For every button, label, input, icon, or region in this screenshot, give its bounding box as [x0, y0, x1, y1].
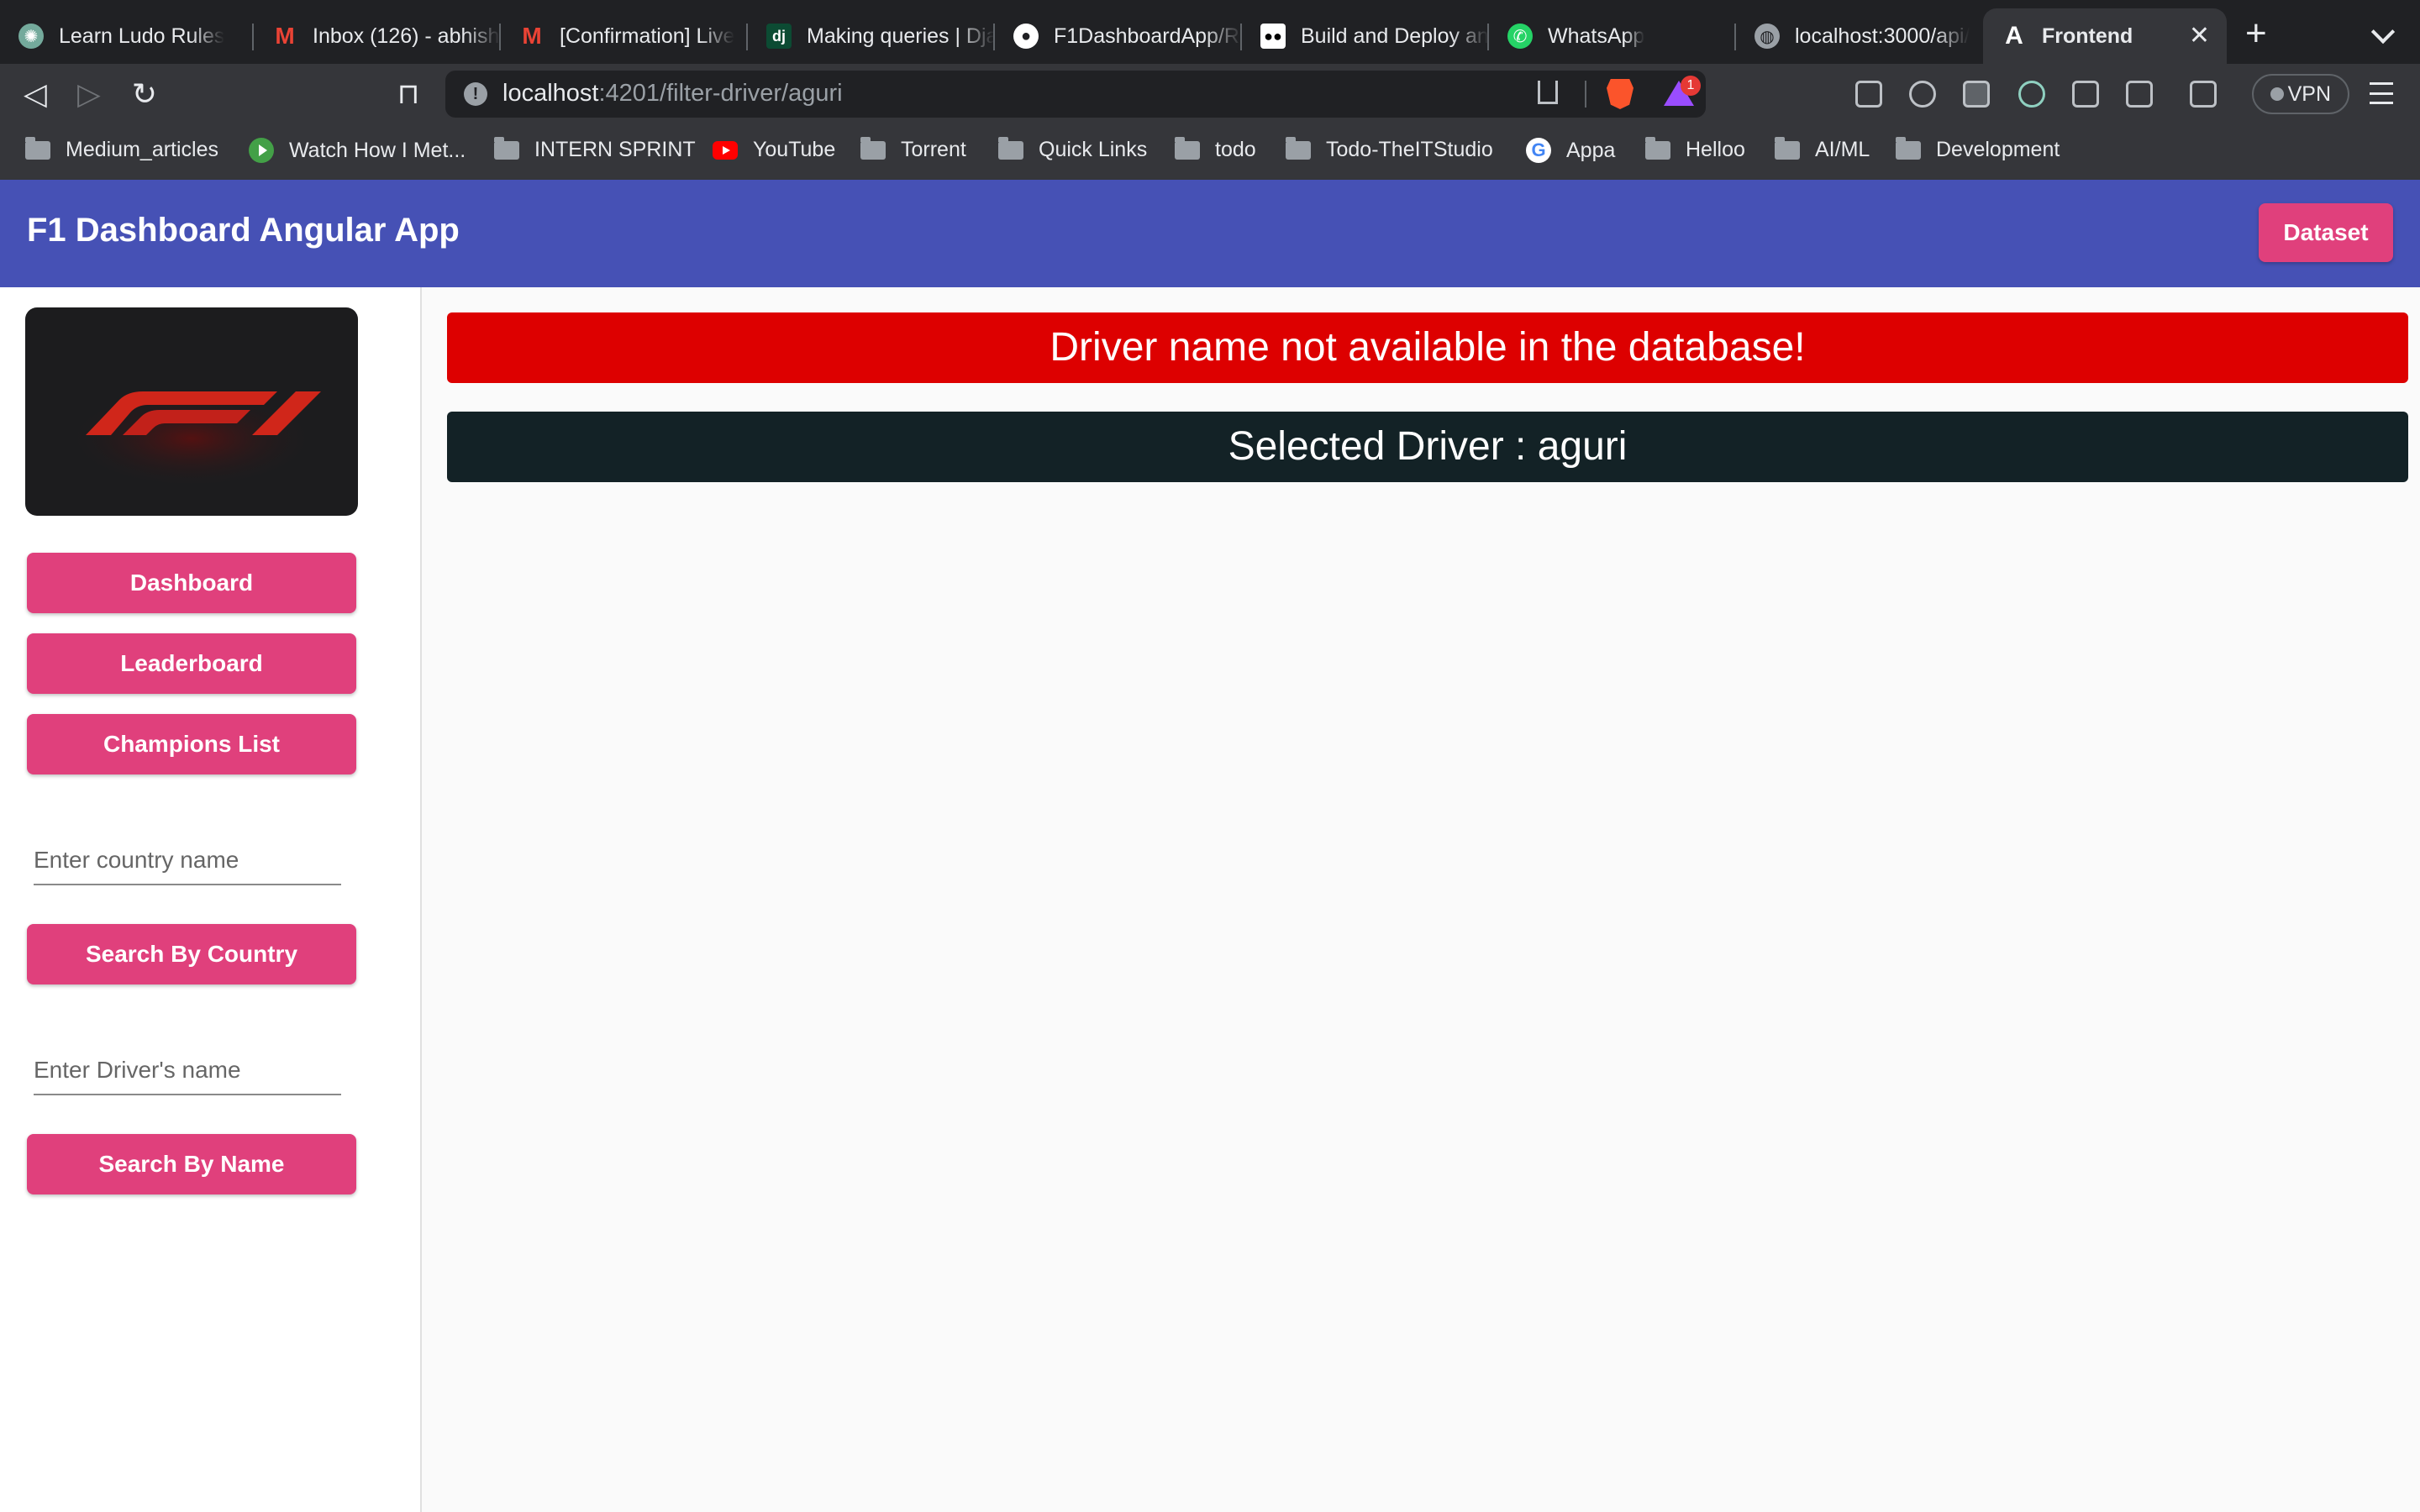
bookmark-medium-articles[interactable]: Medium_articles — [25, 136, 218, 162]
vpn-button[interactable]: VPN — [2252, 74, 2349, 114]
bookmark-todo[interactable]: todo — [1175, 136, 1256, 162]
play-icon — [249, 138, 274, 163]
tab-github[interactable]: ● F1DashboardApp/README — [995, 8, 1242, 64]
f1-logo-icon — [66, 383, 321, 484]
bookmark-quick-links[interactable]: Quick Links — [998, 136, 1147, 162]
site-info-icon[interactable]: ! — [464, 82, 487, 106]
search-extension-icon[interactable] — [2018, 81, 2045, 108]
folder-icon — [860, 136, 886, 160]
folder-icon — [1645, 136, 1670, 160]
bookmark-icon[interactable]: ⊓ — [392, 77, 425, 111]
folder-icon — [998, 136, 1023, 160]
bookmark-appa[interactable]: G Appa — [1526, 138, 1615, 163]
rewards-badge: 1 — [1681, 76, 1701, 96]
menu-icon[interactable] — [2370, 82, 2393, 104]
app-toolbar: F1 Dashboard Angular App Dataset — [0, 180, 2420, 287]
leaderboard-button[interactable]: Leaderboard — [27, 633, 356, 694]
django-icon: dj — [766, 24, 792, 49]
share-icon[interactable] — [1538, 81, 1558, 104]
tab-django[interactable]: dj Making queries | Django — [748, 8, 995, 64]
close-tab-icon[interactable]: ✕ — [2189, 24, 2210, 49]
tab-learn-ludo[interactable]: ✺ Learn Ludo Rules — [0, 8, 254, 64]
dashboard-button[interactable]: Dashboard — [27, 553, 356, 613]
bookmark-helloo[interactable]: Helloo — [1645, 136, 1745, 162]
angular-icon: A — [2005, 22, 2023, 50]
bookmark-intern-sprint[interactable]: INTERN SPRINT — [494, 136, 696, 162]
youtube-icon — [713, 140, 738, 160]
folder-icon — [1896, 136, 1921, 160]
folder-icon — [494, 136, 519, 160]
tab-strip: ✺ Learn Ludo Rules M Inbox (126) - abhis… — [0, 0, 2420, 64]
puzzle-extensions-icon[interactable] — [2072, 81, 2099, 108]
search-by-country-button[interactable]: Search By Country — [27, 924, 356, 984]
driver-name-input[interactable] — [34, 1047, 341, 1095]
folder-icon — [1775, 136, 1800, 160]
tab-search-chevron-icon[interactable] — [2370, 19, 2396, 45]
browser-chrome: ✺ Learn Ludo Rules M Inbox (126) - abhis… — [0, 0, 2420, 180]
gmail-icon: M — [275, 23, 295, 49]
bookmarks-bar: Medium_articles Watch How I Met... INTER… — [0, 129, 2420, 173]
reload-icon[interactable]: ↻ — [128, 77, 161, 111]
selected-driver-banner: Selected Driver : aguri — [447, 412, 2408, 482]
brave-shields-icon[interactable] — [1607, 79, 1634, 109]
extension-icon[interactable] — [1909, 81, 1936, 108]
tab-whatsapp[interactable]: ✆ WhatsApp — [1489, 8, 1736, 64]
wallet-icon[interactable] — [2190, 81, 2217, 108]
f1-logo — [25, 307, 358, 516]
github-icon: ● — [1013, 24, 1039, 49]
forward-icon[interactable]: ▷ — [72, 77, 106, 111]
url-text[interactable]: localhost:4201/filter-driver/aguri — [502, 80, 843, 108]
country-input[interactable] — [34, 837, 341, 885]
tab-inbox[interactable]: M Inbox (126) - abhishek — [254, 8, 501, 64]
chatgpt-icon: ✺ — [18, 24, 44, 49]
whatsapp-icon: ✆ — [1507, 24, 1533, 49]
address-bar[interactable]: ! localhost:4201/filter-driver/aguri 1 — [445, 71, 1706, 118]
champions-list-button[interactable]: Champions List — [27, 714, 356, 774]
folder-icon — [25, 136, 50, 160]
error-banner: Driver name not available in the databas… — [447, 312, 2408, 383]
sidebar: Dashboard Leaderboard Champions List Sea… — [0, 287, 422, 1512]
google-icon: G — [1526, 138, 1551, 163]
extension-icon[interactable] — [1963, 81, 1990, 108]
omnibox-divider — [1585, 81, 1586, 108]
tab-localhost-api[interactable]: ◍ localhost:3000/api/ — [1736, 8, 1983, 64]
bookmark-torrent[interactable]: Torrent — [860, 136, 966, 162]
folder-icon — [1286, 136, 1311, 160]
bookmark-ai-ml[interactable]: AI/ML — [1775, 136, 1870, 162]
app-title: F1 Dashboard Angular App — [27, 212, 460, 249]
picture-in-picture-icon[interactable] — [1855, 81, 1882, 108]
dataset-button[interactable]: Dataset — [2259, 203, 2393, 262]
globe-icon: ◍ — [1754, 24, 1780, 49]
tab-confirmation[interactable]: M [Confirmation] Live — [501, 8, 748, 64]
medium-icon: ●● — [1260, 24, 1286, 49]
search-by-name-button[interactable]: Search By Name — [27, 1134, 356, 1194]
gmail-icon: M — [522, 23, 542, 49]
bookmark-todo-theitstudio[interactable]: Todo-TheITStudio — [1286, 136, 1493, 162]
tab-medium[interactable]: ●● Build and Deploy an — [1242, 8, 1489, 64]
sidebar-toggle-icon[interactable] — [2126, 81, 2153, 108]
folder-icon — [1175, 136, 1200, 160]
bookmark-watch-himym[interactable]: Watch How I Met... — [249, 138, 466, 163]
tab-frontend[interactable]: A Frontend ✕ — [1983, 8, 2227, 64]
bookmark-development[interactable]: Development — [1896, 136, 2060, 162]
new-tab-icon[interactable]: + — [2245, 15, 2267, 52]
bookmark-youtube[interactable]: YouTube — [713, 138, 835, 162]
back-icon[interactable]: ◁ — [18, 77, 52, 111]
